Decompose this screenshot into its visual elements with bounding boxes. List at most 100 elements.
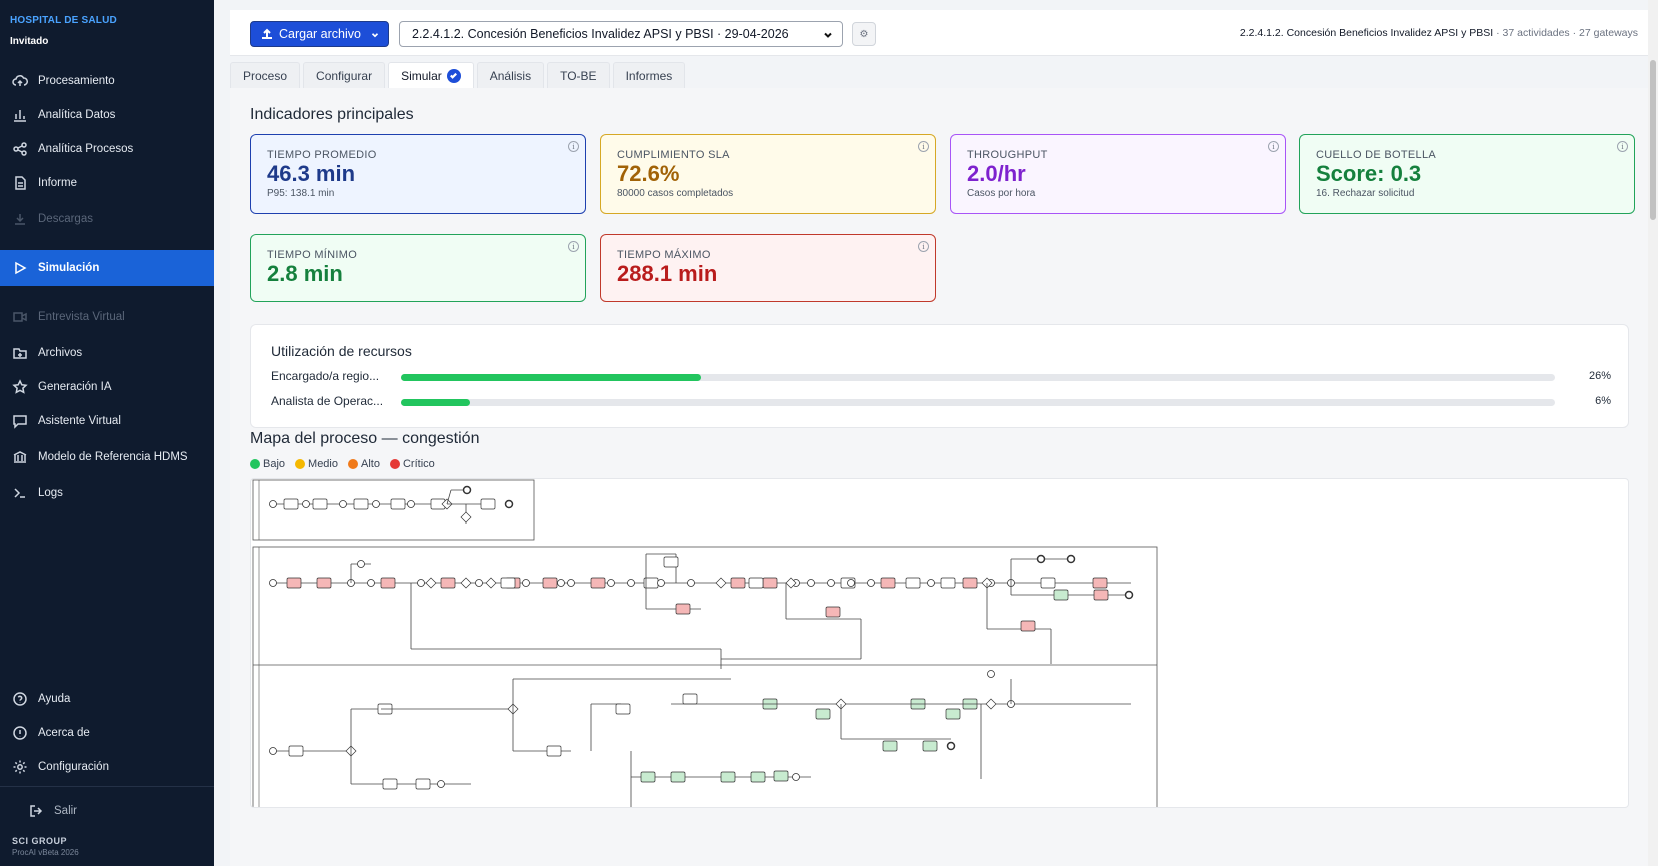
sidebar-item-label: Archivos	[38, 347, 83, 359]
process-map-canvas[interactable]	[250, 478, 1629, 808]
tab-analisis[interactable]: Análisis	[476, 62, 545, 88]
kpi-value: 2.0/hr	[967, 161, 1026, 186]
kpi-value: 72.6%	[617, 161, 680, 186]
task-box	[1040, 577, 1056, 589]
tab-to-be[interactable]: TO-BE	[547, 62, 610, 88]
task-box	[312, 498, 328, 510]
event	[867, 579, 875, 587]
legend-label: Alto	[361, 458, 380, 470]
legend-dot	[250, 459, 260, 469]
kpi-card-cuello-botella: i CUELLO DE BOTELLA Score: 0.3 16. Recha…	[1299, 134, 1635, 214]
task-box	[590, 577, 606, 589]
task-box	[480, 498, 496, 510]
tab-label: Informes	[625, 68, 673, 83]
sidebar-item-logs[interactable]: Logs	[0, 476, 214, 510]
sidebar-item-informe[interactable]: Informe	[0, 166, 214, 200]
tab-simular[interactable]: Simular	[388, 62, 474, 88]
process-info-title: 2.2.4.1.2. Concesión Beneficios Invalide…	[1239, 27, 1494, 39]
page-scrollbar[interactable]	[1648, 0, 1658, 866]
chat-icon	[12, 413, 28, 429]
legend-label: Bajo	[263, 458, 286, 470]
bpmn-diagram[interactable]	[251, 479, 1629, 808]
task-box	[440, 577, 456, 589]
info-icon[interactable]: i	[918, 141, 929, 152]
activities-count: 37 actividades	[1502, 27, 1570, 39]
congestion-legend: Bajo Medio Alto Crítico	[250, 458, 435, 470]
sidebar-item-analitica-procesos[interactable]: Analítica Procesos	[0, 132, 214, 166]
info-icon[interactable]: i	[1268, 141, 1279, 152]
resource-bar-fill	[401, 399, 471, 406]
upload-icon	[262, 28, 272, 39]
footer-version: ProcAI vBeta 2026	[12, 848, 79, 857]
event	[807, 579, 815, 587]
tab-informes[interactable]: Informes	[612, 62, 686, 88]
sidebar-item-archivos[interactable]: Archivos	[0, 336, 214, 370]
sidebar-item-entrevista-virtual[interactable]: Entrevista Virtual	[0, 300, 214, 334]
info-icon[interactable]: i	[568, 141, 579, 152]
sidebar-item-label: Generación IA	[38, 381, 112, 393]
info-icon[interactable]: i	[918, 241, 929, 252]
sidebar-item-descargas[interactable]: Descargas	[0, 202, 214, 236]
sidebar-item-simulacion[interactable]: Simulación	[0, 250, 214, 286]
kpi-card-tiempo-maximo: i TIEMPO MÁXIMO 288.1 min	[600, 234, 936, 302]
legend-label: Medio	[308, 458, 338, 470]
event	[367, 579, 375, 587]
kpi-label: CUELLO DE BOTELLA	[1316, 149, 1437, 161]
legend-label: Crítico	[402, 458, 435, 470]
logout-button[interactable]: Salir	[0, 794, 214, 828]
task-box	[720, 771, 736, 783]
process-select[interactable]: 2.2.4.1.2. Concesión Beneficios Invalide…	[399, 21, 843, 47]
tab-label: Simular	[401, 68, 442, 83]
resource-percent: 26%	[1588, 370, 1611, 382]
sidebar-item-modelo-referencia[interactable]: Modelo de Referencia HDMS	[0, 440, 214, 474]
task-box	[682, 693, 698, 705]
task-box	[730, 577, 746, 589]
sidebar-item-procesamiento[interactable]: Procesamiento	[0, 64, 214, 98]
event	[792, 773, 800, 781]
kpi-value: Score: 0.3	[1316, 161, 1422, 186]
sidebar-item-label: Procesamiento	[38, 75, 115, 87]
event	[927, 579, 935, 587]
resource-utilization-card: Utilización de recursos Encargado/a regi…	[250, 324, 1629, 428]
tab-configurar[interactable]: Configurar	[303, 62, 386, 88]
resource-bar-track	[401, 374, 1555, 381]
legend-item-critico: Crítico	[389, 458, 435, 470]
event	[567, 579, 575, 587]
legend-item-medio: Medio	[295, 458, 338, 470]
sidebar-item-asistente-virtual[interactable]: Asistente Virtual	[0, 404, 214, 438]
process-settings-button[interactable]: ⚙	[852, 22, 876, 46]
kpi-sub: Casos por hora	[967, 188, 1036, 199]
tab-label: TO-BE	[560, 68, 597, 83]
upload-file-button[interactable]: Cargar archivo	[250, 21, 389, 47]
info-icon[interactable]: i	[1617, 141, 1628, 152]
tab-proceso[interactable]: Proceso	[230, 62, 301, 88]
task-box	[670, 771, 686, 783]
sidebar-item-acerca-de[interactable]: Acerca de	[0, 716, 214, 750]
task-box	[882, 740, 898, 752]
task-box	[750, 771, 766, 783]
sidebar-item-ayuda[interactable]: Ayuda	[0, 682, 214, 716]
task-box	[922, 740, 938, 752]
tab-label: Proceso	[243, 68, 288, 83]
pool	[252, 479, 535, 541]
task-box	[390, 498, 406, 510]
info-icon[interactable]: i	[568, 241, 579, 252]
sidebar-item-analitica-datos[interactable]: Analítica Datos	[0, 98, 214, 132]
kpi-label: CUMPLIMIENTO SLA	[617, 149, 730, 161]
kpis-title: Indicadores principales	[250, 106, 414, 123]
gateway	[460, 577, 472, 589]
terminal-icon	[12, 485, 28, 501]
gear-icon	[12, 759, 28, 775]
sidebar-item-label: Logs	[38, 487, 63, 499]
task-box	[762, 577, 778, 589]
kpi-card-throughput: i THROUGHPUT 2.0/hr Casos por hora	[950, 134, 1286, 214]
bar-chart-icon	[12, 107, 28, 123]
simulation-panel: Indicadores principales i TIEMPO PROMEDI…	[230, 88, 1648, 866]
sidebar-item-generacion-ia[interactable]: Generación IA	[0, 370, 214, 404]
event	[1066, 554, 1076, 564]
scrollbar-thumb[interactable]	[1650, 60, 1656, 220]
process-map-title: Mapa del proceso — congestión	[250, 430, 480, 447]
kpi-card-tiempo-minimo: i TIEMPO MÍNIMO 2.8 min	[250, 234, 586, 302]
sidebar-item-configuracion[interactable]: Configuración	[0, 750, 214, 784]
sidebar: HOSPITAL DE SALUD Invitado Procesamiento…	[0, 0, 214, 866]
